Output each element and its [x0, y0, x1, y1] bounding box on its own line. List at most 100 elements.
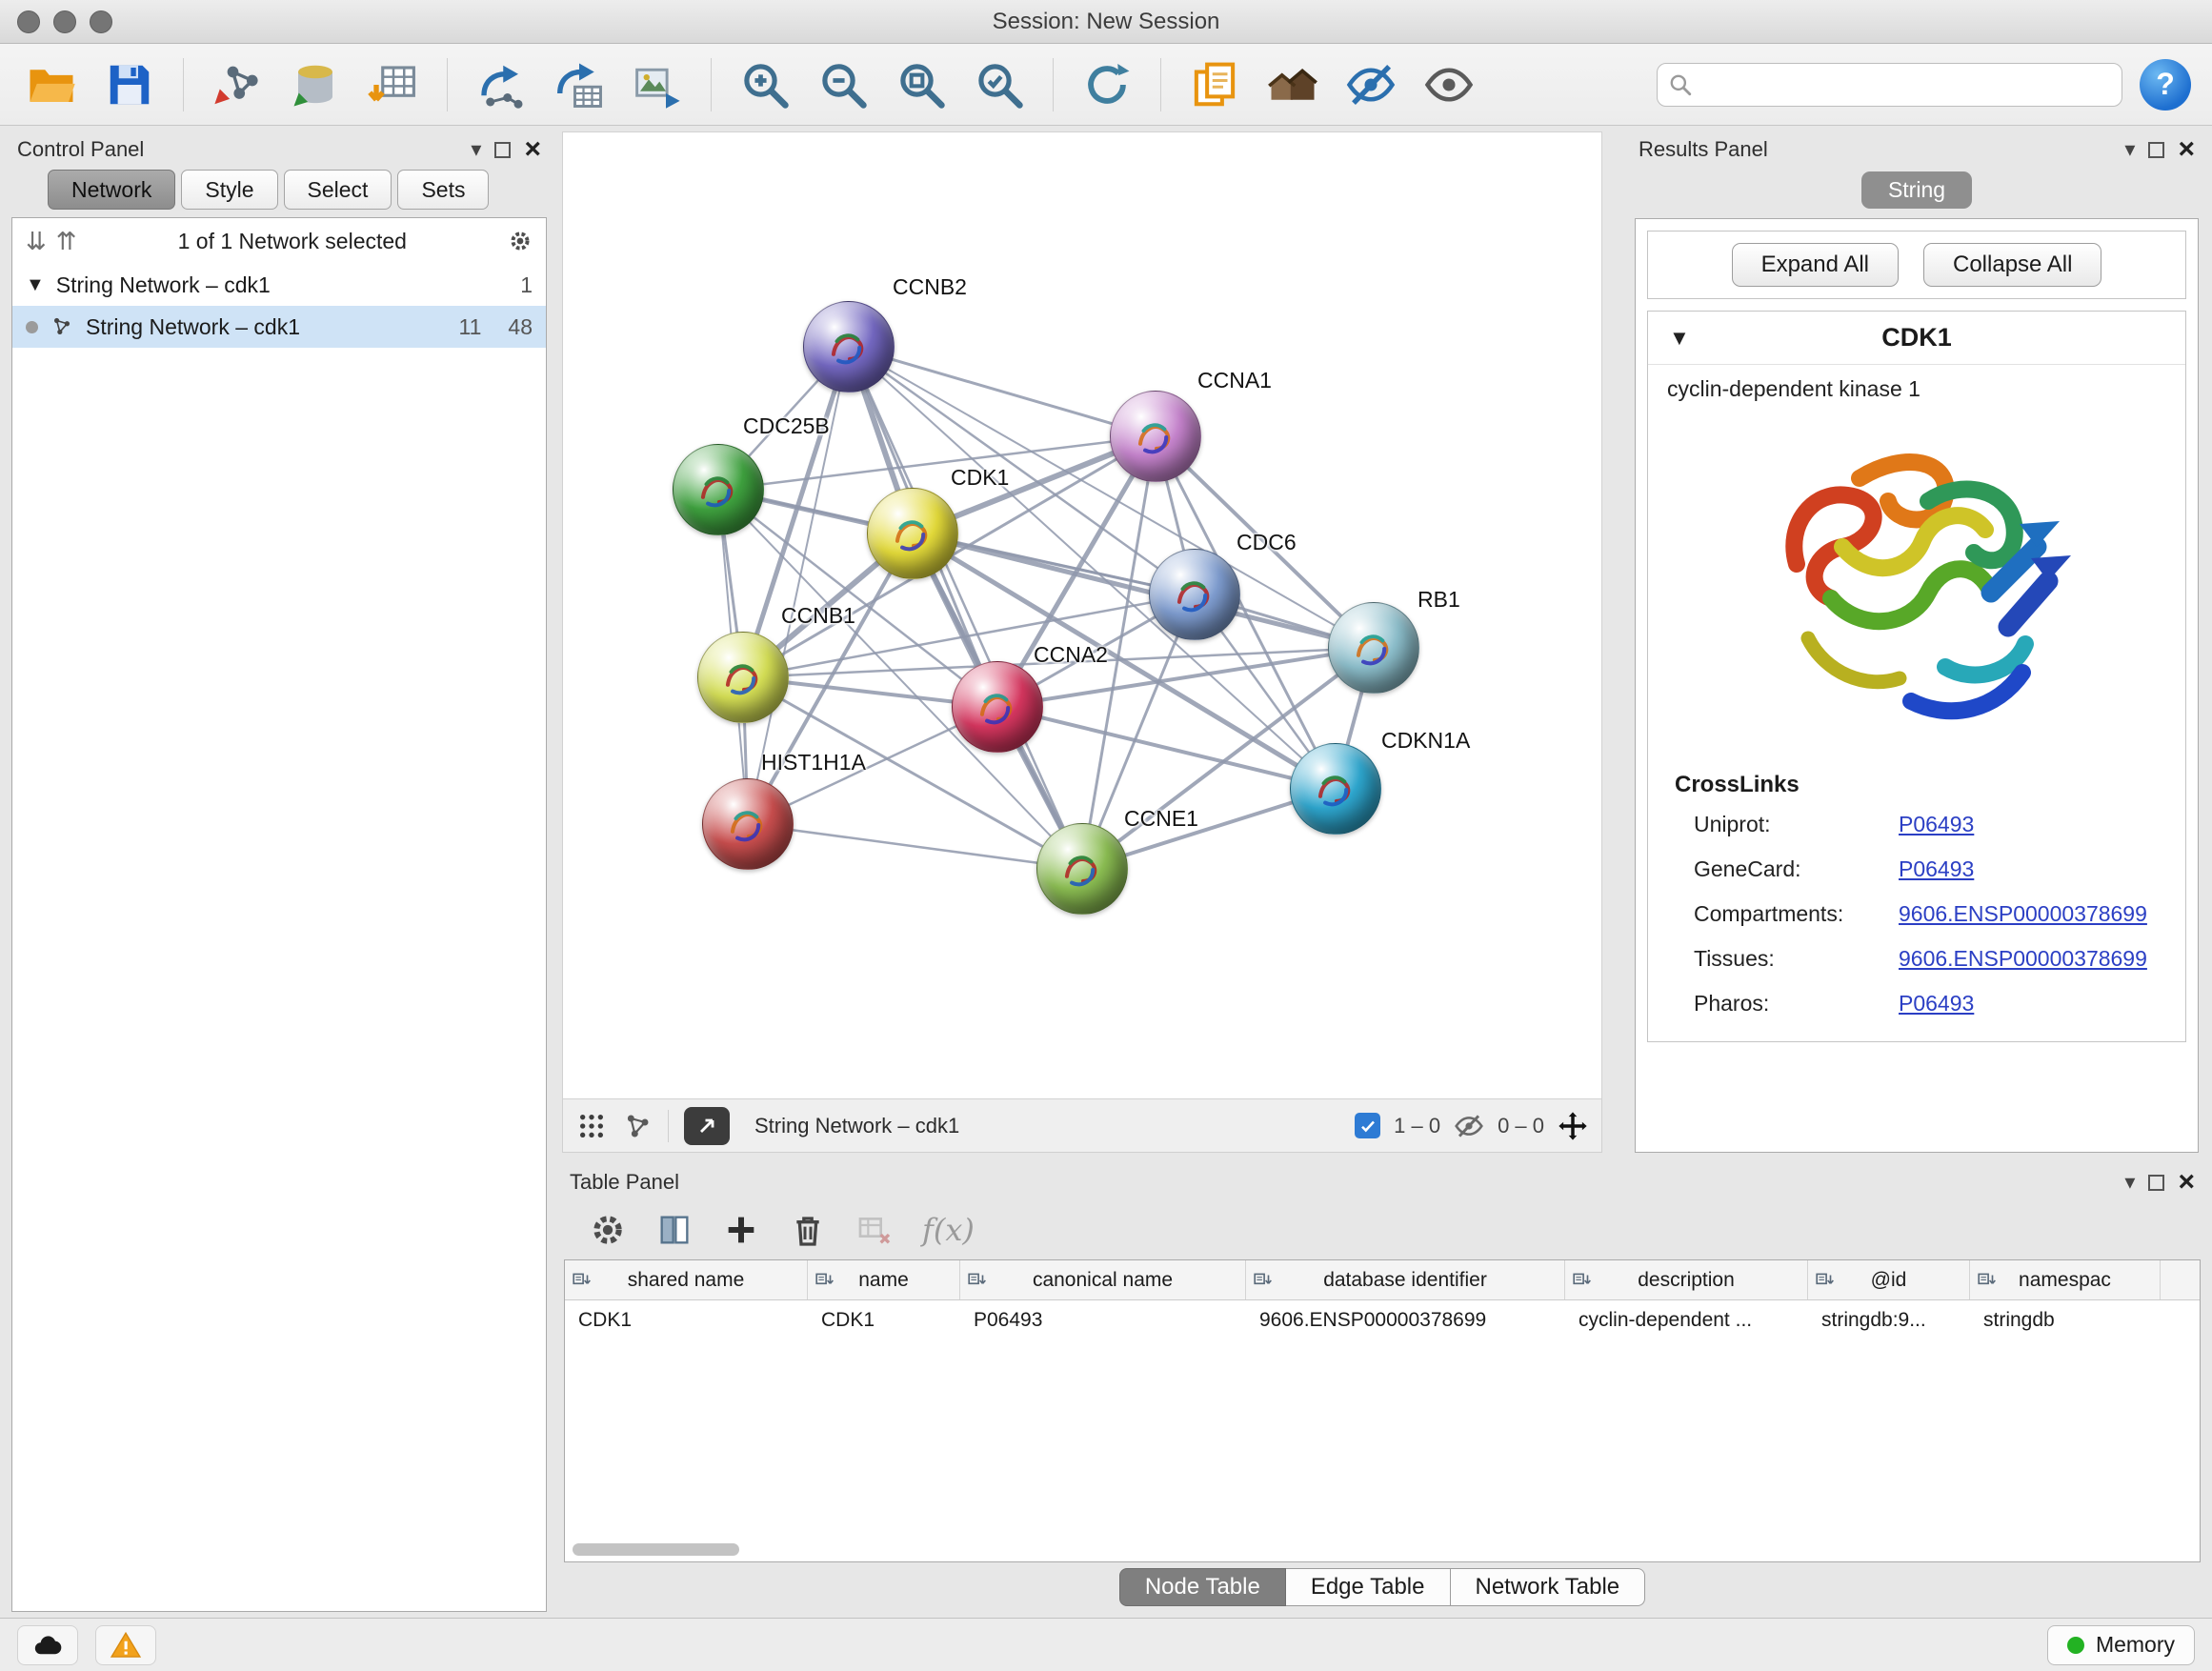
column-header-namespac[interactable]: namespac [1970, 1260, 2161, 1299]
crosslink-link[interactable]: P06493 [1899, 991, 2185, 1017]
crosslink-label: Uniprot: [1694, 812, 1899, 837]
import-network-from-database-icon[interactable] [285, 54, 346, 115]
table-cell[interactable]: stringdb [1970, 1300, 2161, 1340]
add-row-icon[interactable] [722, 1211, 760, 1249]
crosslink-label: Compartments: [1694, 901, 1899, 927]
table-tab-edge-table[interactable]: Edge Table [1286, 1568, 1451, 1606]
table-cell[interactable]: cyclin-dependent ... [1565, 1300, 1808, 1340]
crosslink-label: Tissues: [1694, 946, 1899, 972]
import-network-from-file-icon[interactable] [207, 54, 268, 115]
main-toolbar: ? [0, 44, 2212, 126]
network-node-CCNE1[interactable] [1036, 823, 1128, 915]
cloud-icon[interactable] [17, 1625, 78, 1665]
table-panel-header: Table Panel ▾ × [562, 1164, 2202, 1200]
warning-icon[interactable] [95, 1625, 156, 1665]
show-columns-icon[interactable] [655, 1211, 694, 1249]
hide-selected-eye-slash-icon[interactable] [1340, 54, 1401, 115]
horizontal-scrollbar[interactable] [573, 1543, 739, 1556]
crosslink-link[interactable]: P06493 [1899, 812, 2185, 837]
network-node-label: CDKN1A [1381, 728, 1470, 754]
search-input[interactable] [1657, 63, 2122, 107]
zoom-in-icon[interactable] [734, 54, 795, 115]
table-cell[interactable]: P06493 [960, 1300, 1246, 1340]
export-table-icon[interactable] [549, 54, 610, 115]
network-node-CCNB1[interactable] [697, 632, 789, 723]
network-node-CDC6[interactable] [1149, 549, 1240, 640]
memory-button[interactable]: Memory [2047, 1625, 2195, 1665]
network-node-CCNA2[interactable] [952, 661, 1043, 753]
table-tab-network-table[interactable]: Network Table [1451, 1568, 1646, 1606]
tab-string[interactable]: String [1861, 171, 1972, 209]
help-icon[interactable]: ? [2140, 59, 2191, 111]
crosslink-link[interactable]: 9606.ENSP00000378699 [1899, 901, 2185, 927]
network-canvas[interactable]: CCNB2CCNA1CDC25BCDK1CDC6RB1CCNB1CCNA2CDK… [562, 131, 1602, 1099]
control-tab-style[interactable]: Style [181, 170, 277, 210]
network-node-CCNB2[interactable] [803, 301, 895, 393]
selected-checkbox-icon[interactable] [1355, 1113, 1380, 1138]
table-cell[interactable]: 9606.ENSP00000378699 [1246, 1300, 1565, 1340]
panel-menu-icon[interactable]: ▾ [471, 139, 481, 160]
grid-view-icon[interactable] [576, 1111, 607, 1141]
panel-menu-icon[interactable]: ▾ [2124, 1172, 2135, 1193]
show-all-eye-icon[interactable] [1418, 54, 1479, 115]
open-in-new-window-icon[interactable] [684, 1107, 730, 1145]
network-node-RB1[interactable] [1328, 602, 1419, 694]
zoom-out-icon[interactable] [813, 54, 874, 115]
network-node-HIST1H1A[interactable] [702, 778, 794, 870]
column-header-name[interactable]: name [808, 1260, 960, 1299]
column-header-database-identifier[interactable]: database identifier [1246, 1260, 1565, 1299]
control-tab-sets[interactable]: Sets [397, 170, 489, 210]
apply-layout-icon[interactable] [1076, 54, 1137, 115]
table-cell[interactable]: CDK1 [808, 1300, 960, 1340]
collapse-all-button[interactable]: Collapse All [1923, 243, 2101, 287]
network-node-CDC25B[interactable] [673, 444, 764, 535]
delete-row-icon[interactable] [789, 1211, 827, 1249]
control-tab-network[interactable]: Network [48, 170, 175, 210]
gene-entry-header[interactable]: ▼ CDK1 [1648, 312, 2185, 365]
panel-float-icon[interactable] [2148, 142, 2164, 158]
table-cell[interactable]: CDK1 [565, 1300, 808, 1340]
panel-menu-icon[interactable]: ▾ [2124, 139, 2135, 160]
duplicate-snapshot-icon[interactable] [1184, 54, 1245, 115]
birds-eye-panels-icon[interactable] [1262, 54, 1323, 115]
column-header--id[interactable]: @id [1808, 1260, 1970, 1299]
network-list-icon[interactable] [622, 1111, 653, 1141]
collapse-all-icon[interactable]: ⇊ [26, 229, 47, 253]
pan-move-icon[interactable] [1558, 1111, 1588, 1141]
panel-close-icon[interactable]: × [2178, 1168, 2195, 1197]
crosslink-link[interactable]: 9606.ENSP00000378699 [1899, 946, 2185, 972]
open-session-icon[interactable] [21, 54, 82, 115]
export-network-icon[interactable] [471, 54, 532, 115]
zoom-fit-icon[interactable] [891, 54, 952, 115]
control-tab-select[interactable]: Select [284, 170, 392, 210]
column-header-canonical-name[interactable]: canonical name [960, 1260, 1246, 1299]
network-node-CCNA1[interactable] [1110, 391, 1201, 482]
hidden-eye-slash-icon[interactable] [1454, 1111, 1484, 1141]
network-row-selected[interactable]: String Network – cdk1 11 48 [12, 306, 546, 348]
column-header-shared-name[interactable]: shared name [565, 1260, 808, 1299]
expand-all-icon[interactable]: ⇈ [56, 229, 77, 253]
table-row[interactable]: CDK1CDK1P064939606.ENSP00000378699cyclin… [565, 1300, 2200, 1340]
panel-close-icon[interactable]: × [524, 135, 541, 164]
save-session-icon[interactable] [99, 54, 160, 115]
network-node-CDK1[interactable] [867, 488, 958, 579]
tree-expand-icon[interactable]: ▼ [26, 274, 45, 296]
network-node-CDKN1A[interactable] [1290, 743, 1381, 835]
crosslinks-title: CrossLinks [1648, 764, 2185, 812]
import-table-from-file-icon[interactable] [363, 54, 424, 115]
collapse-entry-icon[interactable]: ▼ [1669, 326, 1726, 351]
gear-icon[interactable] [508, 229, 533, 253]
crosslink-link[interactable]: P06493 [1899, 856, 2185, 882]
export-image-icon[interactable] [627, 54, 688, 115]
table-gear-icon[interactable] [589, 1211, 627, 1249]
function-builder-icon[interactable]: f(x) [922, 1212, 975, 1248]
table-tab-node-table[interactable]: Node Table [1119, 1568, 1286, 1606]
expand-all-button[interactable]: Expand All [1732, 243, 1899, 287]
network-collection-row[interactable]: ▼ String Network – cdk1 1 [12, 264, 546, 306]
table-cell[interactable]: stringdb:9... [1808, 1300, 1970, 1340]
panel-close-icon[interactable]: × [2178, 135, 2195, 164]
column-header-description[interactable]: description [1565, 1260, 1808, 1299]
zoom-selected-icon[interactable] [969, 54, 1030, 115]
panel-float-icon[interactable] [2148, 1175, 2164, 1191]
panel-float-icon[interactable] [494, 142, 511, 158]
